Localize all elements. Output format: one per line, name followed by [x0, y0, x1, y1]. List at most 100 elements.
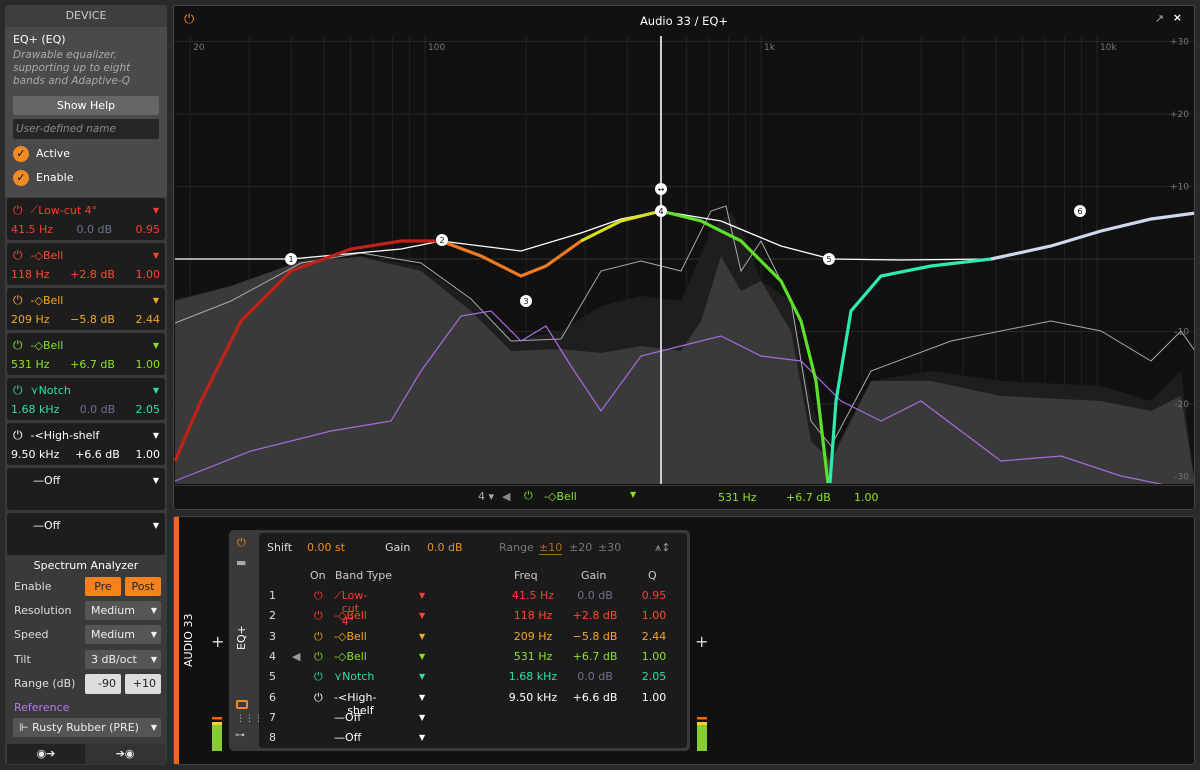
band-row[interactable]: 6 ⏻ -< High-shelf ▼ 9.50 kHz +6.6 dB 1.00	[259, 691, 687, 717]
band-row[interactable]: 3 ⏻ -◇ Bell ▼ 209 Hz −5.8 dB 2.44	[259, 630, 687, 650]
band-freq[interactable]: 209 Hz	[11, 313, 50, 326]
chevron-down-icon[interactable]: ▼	[419, 611, 425, 620]
chevron-down-icon[interactable]: ▼	[153, 386, 159, 395]
power-icon[interactable]: ⏻	[13, 338, 23, 353]
band-type-select[interactable]: — Off	[334, 711, 361, 724]
band-freq[interactable]: 118 Hz	[11, 268, 50, 281]
post-button[interactable]: Post	[125, 577, 161, 596]
gain-value[interactable]: 0.0 dB	[565, 670, 625, 683]
shift-value[interactable]: 0.00 st	[307, 541, 345, 554]
band-row[interactable]: 4 ◀ ⏻ -◇ Bell ▼ 531 Hz +6.7 dB 1.00	[259, 650, 687, 670]
band-q[interactable]: 2.44	[135, 313, 160, 326]
band-gain[interactable]: 0.0 dB	[80, 403, 116, 416]
chevron-down-icon[interactable]: ▼	[153, 341, 159, 350]
band-type-select[interactable]: — Off	[334, 731, 361, 744]
band-row[interactable]: 5 ⏻ ⋎ Notch ▼ 1.68 kHz 0.0 dB 2.05	[259, 670, 687, 690]
chevron-down-icon[interactable]: ▼	[419, 733, 425, 742]
power-icon[interactable]: ⏻	[13, 248, 23, 263]
chevron-down-icon[interactable]: ▼	[630, 490, 636, 499]
band-type-select[interactable]: -◇Bell	[334, 630, 367, 643]
band-type-select[interactable]: -◇Bell	[544, 490, 577, 503]
adaptive-q-icon[interactable]: ⩚↕	[655, 541, 670, 555]
pre-button[interactable]: Pre	[85, 577, 121, 596]
band-row[interactable]: 1 ⏻ ⟋ Low-cut 4° ▼ 41.5 Hz 0.0 dB 0.95	[259, 589, 687, 628]
chevron-down-icon[interactable]: ▼	[419, 591, 425, 600]
reference-select[interactable]: ⊩ Rusty Rubber (PRE) ▼	[13, 718, 161, 737]
chevron-down-icon[interactable]: ▼	[153, 431, 159, 440]
popout-icon[interactable]: ↗	[1155, 12, 1164, 25]
band-gain[interactable]: +6.7 dB	[70, 358, 115, 371]
eq-curve-display[interactable]: 1 2 3 4 5 6 ↔ 20 100 1k 10k +30 +20 +10 -10 -20 -30	[174, 36, 1194, 484]
band-type-select[interactable]: -< High-shelf	[334, 691, 376, 717]
chevron-down-icon[interactable]: ▼	[153, 521, 159, 530]
sidechain-out-button[interactable]: ➔◉	[85, 744, 165, 764]
band-5-block[interactable]: ⏻ ⋎ Notch ▼ 1.68 kHz 0.0 dB 2.05	[7, 378, 165, 420]
sidechain-in-button[interactable]: ◉➔	[7, 744, 85, 764]
resolution-select[interactable]: Medium ▼	[85, 601, 161, 620]
power-icon[interactable]: ⏻	[314, 589, 323, 603]
band-q[interactable]: 2.05	[136, 403, 161, 416]
band-1-block[interactable]: ⏻ ⟋ Low-cut 4° ▼ 41.5 Hz 0.0 dB 0.95	[7, 198, 165, 240]
q-value[interactable]: 2.05	[629, 670, 679, 683]
power-icon[interactable]: ⏻	[314, 609, 323, 623]
band-freq[interactable]: 9.50 kHz	[11, 448, 59, 461]
freq-value[interactable]: 1.68 kHz	[503, 670, 563, 683]
range-30-button[interactable]: ±30	[598, 541, 621, 554]
q-value[interactable]: 1.00	[854, 491, 879, 504]
power-icon[interactable]: ⏻	[13, 428, 23, 443]
enable-checkbox[interactable]: ✓ Enable	[13, 168, 159, 187]
power-icon[interactable]: ⏻	[314, 650, 323, 664]
band-7-block[interactable]: — Off ▼	[7, 468, 165, 510]
chevron-down-icon[interactable]: ▼	[153, 251, 159, 260]
speaker-icon[interactable]: ◀	[292, 650, 300, 663]
band-type-select[interactable]: -◇Bell	[334, 650, 367, 663]
gain-value[interactable]: 0.0 dB	[565, 589, 625, 602]
power-icon[interactable]: ⏻	[524, 489, 533, 503]
freq-value[interactable]: 531 Hz	[718, 491, 757, 504]
q-value[interactable]: 1.00	[629, 650, 679, 663]
add-device-button[interactable]: +	[211, 632, 224, 651]
chevron-down-icon[interactable]: ▼	[419, 672, 425, 681]
band-row[interactable]: 2 ⏻ -◇ Bell ▼ 118 Hz +2.8 dB 1.00	[259, 609, 687, 629]
band-type-select[interactable]: -◇Bell	[334, 609, 367, 622]
chevron-down-icon[interactable]: ▼	[153, 206, 159, 215]
key-icon[interactable]: ⊶	[235, 730, 245, 741]
active-checkbox[interactable]: ✓ Active	[13, 144, 159, 163]
power-icon[interactable]: ⏻	[314, 670, 323, 684]
band-gain[interactable]: +2.8 dB	[70, 268, 115, 281]
folder-icon[interactable]: ▬	[236, 556, 246, 569]
band-3-block[interactable]: ⏻ -◇ Bell ▼ 209 Hz −5.8 dB 2.44	[7, 288, 165, 330]
band-freq[interactable]: 531 Hz	[11, 358, 50, 371]
gain-value[interactable]: +6.7 dB	[565, 650, 625, 663]
range-max-field[interactable]: +10	[125, 674, 161, 694]
band-q[interactable]: 1.00	[135, 358, 160, 371]
band-number-select[interactable]: 4 ▾	[478, 490, 494, 503]
power-icon[interactable]: ⏻	[237, 536, 246, 550]
band-freq[interactable]: 41.5 Hz	[11, 223, 53, 236]
power-icon[interactable]: ⏻	[13, 383, 23, 398]
chevron-down-icon[interactable]: ▼	[419, 632, 425, 641]
speed-select[interactable]: Medium ▼	[85, 625, 161, 644]
freq-value[interactable]: 9.50 kHz	[503, 691, 563, 704]
band-freq[interactable]: 1.68 kHz	[11, 403, 59, 416]
freq-value[interactable]: 209 Hz	[503, 630, 563, 643]
band-gain[interactable]: +6.6 dB	[75, 448, 120, 461]
window-icon[interactable]	[236, 700, 248, 709]
gain-value[interactable]: 0.0 dB	[427, 541, 463, 554]
band-row[interactable]: 7 — Off ▼	[259, 711, 687, 731]
speaker-icon[interactable]: ◀	[502, 490, 510, 503]
show-help-button[interactable]: Show Help	[13, 96, 159, 115]
range-20-button[interactable]: ±20	[569, 541, 592, 554]
range-min-field[interactable]: -90	[85, 674, 121, 694]
band-q[interactable]: 1.00	[135, 268, 160, 281]
q-value[interactable]: 0.95	[629, 589, 679, 602]
band-4-block[interactable]: ⏻ -◇ Bell ▼ 531 Hz +6.7 dB 1.00	[7, 333, 165, 375]
user-name-input[interactable]: User-defined name	[13, 119, 159, 139]
freq-value[interactable]: 531 Hz	[503, 650, 563, 663]
range-10-button[interactable]: ±10	[539, 541, 563, 555]
tilt-select[interactable]: 3 dB/oct ▼	[85, 650, 161, 669]
power-icon[interactable]: ⏻	[13, 293, 23, 308]
freq-value[interactable]: 118 Hz	[503, 609, 563, 622]
band-8-block[interactable]: — Off ▼	[7, 513, 165, 555]
chevron-down-icon[interactable]: ▼	[153, 296, 159, 305]
